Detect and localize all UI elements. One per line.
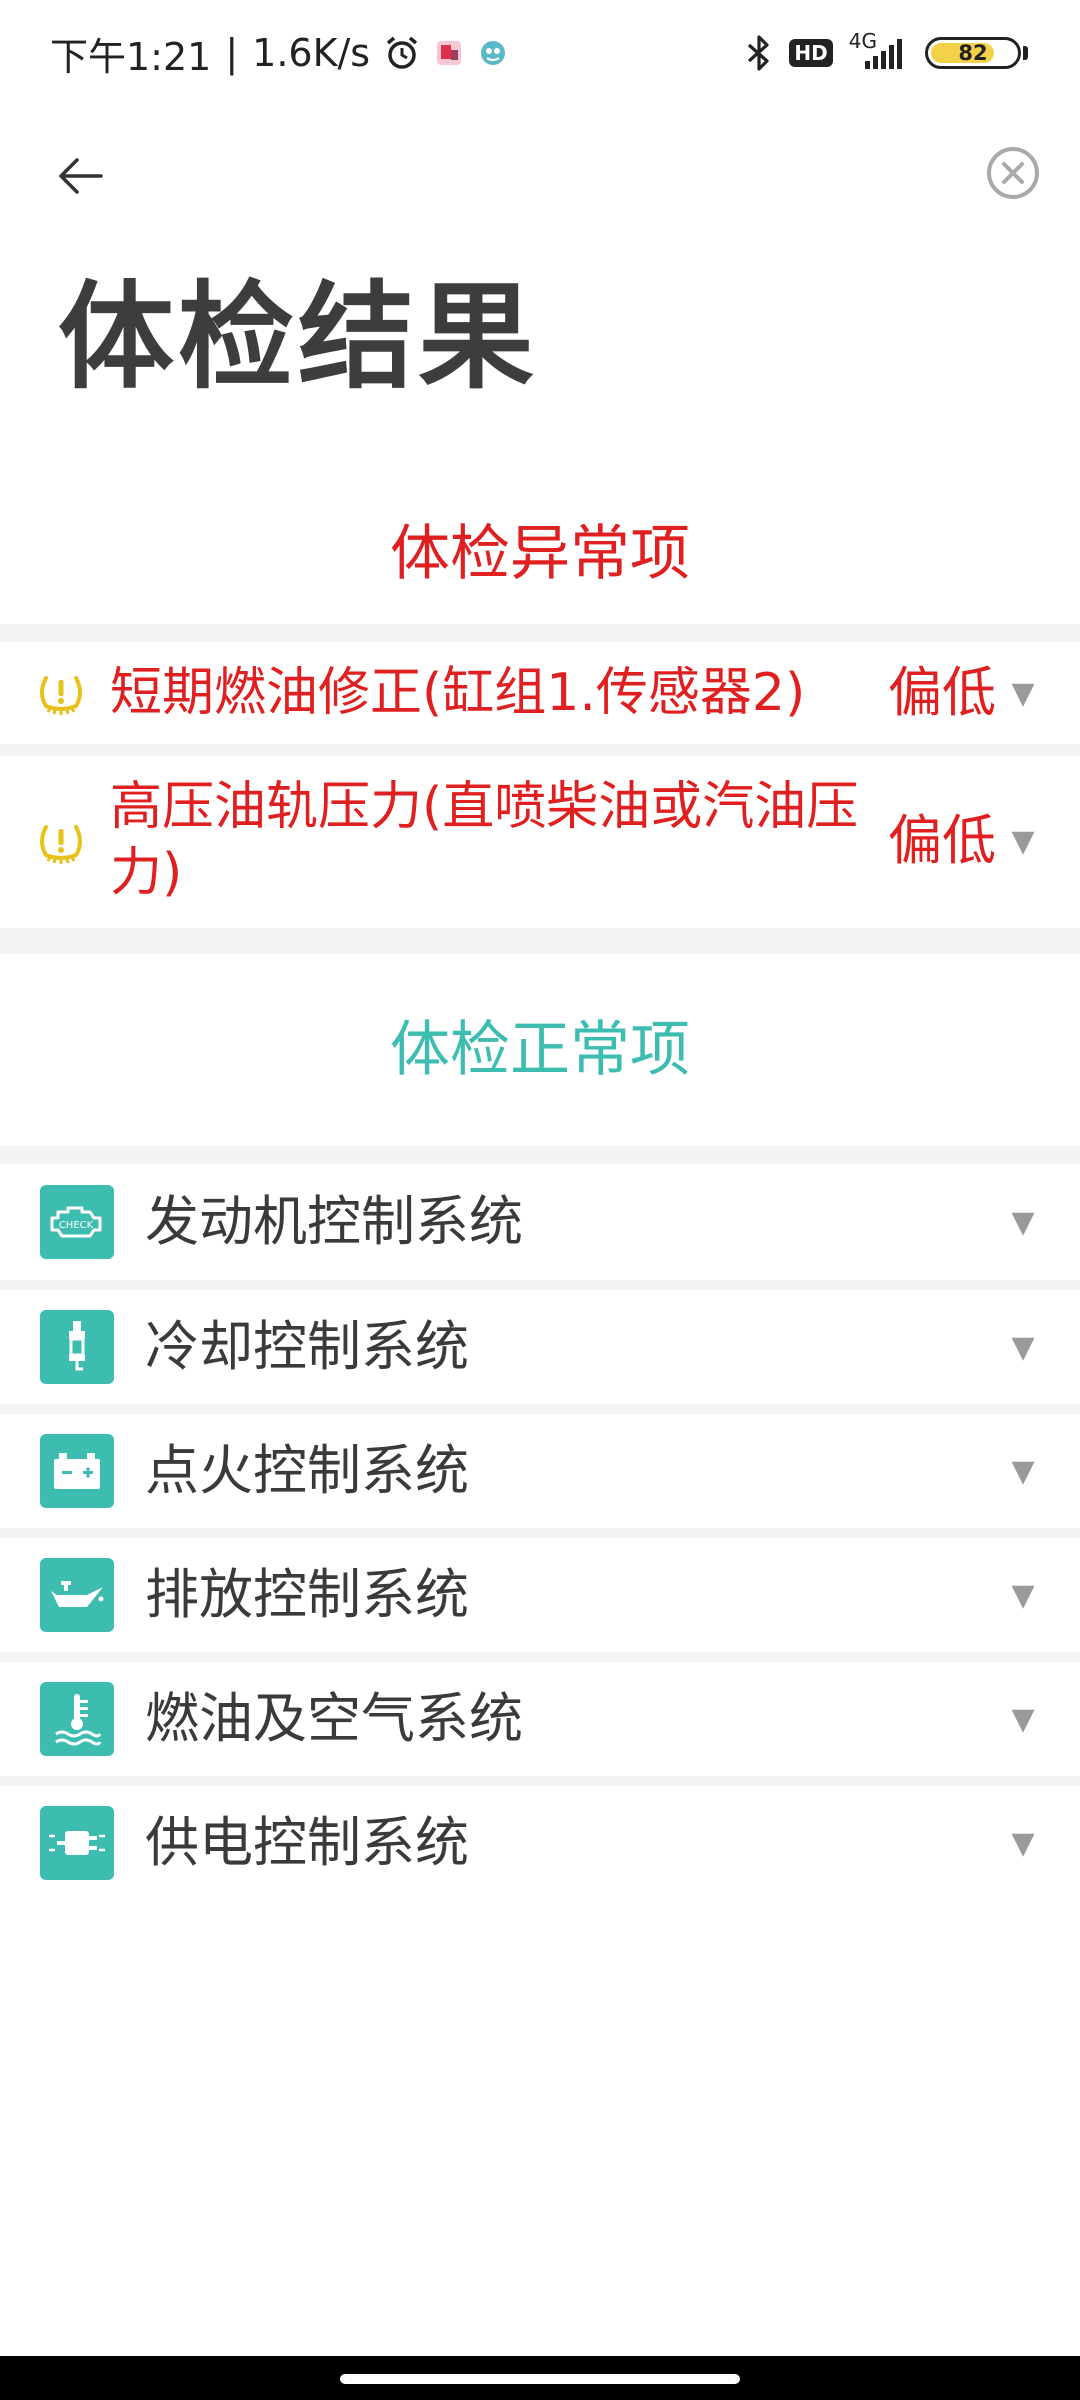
normal-item-cooling-control[interactable]: 冷却控制系统 ▼ <box>0 1290 1080 1404</box>
abnormal-item[interactable]: 高压油轨压力(直喷柴油或汽油压力) 偏低 ▼ <box>0 756 1080 928</box>
status-separator: | <box>225 31 239 75</box>
normal-item-label: 燃油及空气系统 <box>145 1687 523 1750</box>
chevron-down-icon: ▼ <box>1011 1329 1035 1365</box>
status-bar: 下午1:21 | 1.6K/s HD 4G 82 <box>0 0 1080 104</box>
svg-text:CHECK: CHECK <box>59 1220 94 1231</box>
section-divider <box>0 928 1080 954</box>
abnormal-item-value: 偏低 <box>888 809 996 872</box>
abnormal-item-label: 短期燃油修正(缸组1.传感器2) <box>110 663 806 723</box>
abnormal-item[interactable]: 短期燃油修正(缸组1.传感器2) 偏低 ▼ <box>0 642 1080 744</box>
home-indicator[interactable] <box>340 2374 740 2384</box>
normal-item-label: 点火控制系统 <box>145 1439 469 1502</box>
plug-icon <box>40 1806 114 1880</box>
normal-item-power-supply[interactable]: 供电控制系统 ▼ <box>0 1786 1080 1900</box>
back-arrow-icon <box>59 158 103 194</box>
normal-item-ignition-control[interactable]: 点火控制系统 ▼ <box>0 1414 1080 1528</box>
network-speed: 1.6K/s <box>252 31 371 75</box>
normal-section-heading: 体检正常项 <box>390 1015 690 1085</box>
divider <box>0 744 1080 756</box>
normal-item-engine-control[interactable]: CHECK 发动机控制系统 ▼ <box>0 1164 1080 1280</box>
divider <box>0 1146 1080 1164</box>
normal-item-label: 供电控制系统 <box>145 1811 469 1874</box>
battery-indicator: 82 <box>925 37 1021 69</box>
normal-item-label: 冷却控制系统 <box>145 1315 469 1378</box>
abnormal-item-label: 高压油轨压力(直喷柴油或汽油压力) <box>110 777 859 903</box>
chevron-down-icon: ▼ <box>1011 1825 1035 1861</box>
alarm-icon <box>386 36 418 69</box>
normal-item-fuel-air[interactable]: 燃油及空气系统 ▼ <box>0 1662 1080 1776</box>
divider <box>0 1652 1080 1662</box>
battery-level: 82 <box>958 41 988 65</box>
spark-plug-icon <box>40 1310 114 1384</box>
tire-pressure-warning-icon <box>40 825 82 864</box>
close-button[interactable] <box>980 140 1046 206</box>
navigation-bar <box>0 2356 1080 2400</box>
battery-icon <box>40 1434 114 1508</box>
divider <box>0 624 1080 642</box>
bluetooth-icon <box>748 35 770 71</box>
normal-item-label: 发动机控制系统 <box>145 1190 523 1253</box>
tire-pressure-warning-icon <box>40 676 82 715</box>
divider <box>0 1528 1080 1538</box>
battery-tip <box>1023 46 1028 60</box>
divider <box>0 1404 1080 1414</box>
status-time: 下午1:21 <box>50 34 212 79</box>
chevron-down-icon: ▼ <box>1011 675 1035 711</box>
check-engine-icon: CHECK <box>40 1185 114 1259</box>
close-circle-icon <box>987 147 1039 199</box>
chevron-down-icon: ▼ <box>1011 1701 1035 1737</box>
app-notification-icon <box>437 41 462 65</box>
hd-voice-badge: HD <box>789 39 833 67</box>
divider <box>0 1280 1080 1290</box>
app-notification-icon-2 <box>481 41 506 65</box>
coolant-temperature-icon <box>40 1682 114 1756</box>
chevron-down-icon: ▼ <box>1011 823 1035 859</box>
chevron-down-icon: ▼ <box>1011 1577 1035 1613</box>
divider <box>0 1776 1080 1786</box>
abnormal-item-value: 偏低 <box>888 661 996 724</box>
chevron-down-icon: ▼ <box>1011 1453 1035 1489</box>
oil-can-icon <box>40 1558 114 1632</box>
normal-item-label: 排放控制系统 <box>145 1563 469 1626</box>
normal-item-emission-control[interactable]: 排放控制系统 ▼ <box>0 1538 1080 1652</box>
abnormal-section-heading: 体检异常项 <box>390 519 690 589</box>
network-type: 4G <box>848 29 877 53</box>
chevron-down-icon: ▼ <box>1011 1204 1035 1240</box>
page-title: 体检结果 <box>58 270 538 405</box>
back-button[interactable] <box>44 140 116 212</box>
